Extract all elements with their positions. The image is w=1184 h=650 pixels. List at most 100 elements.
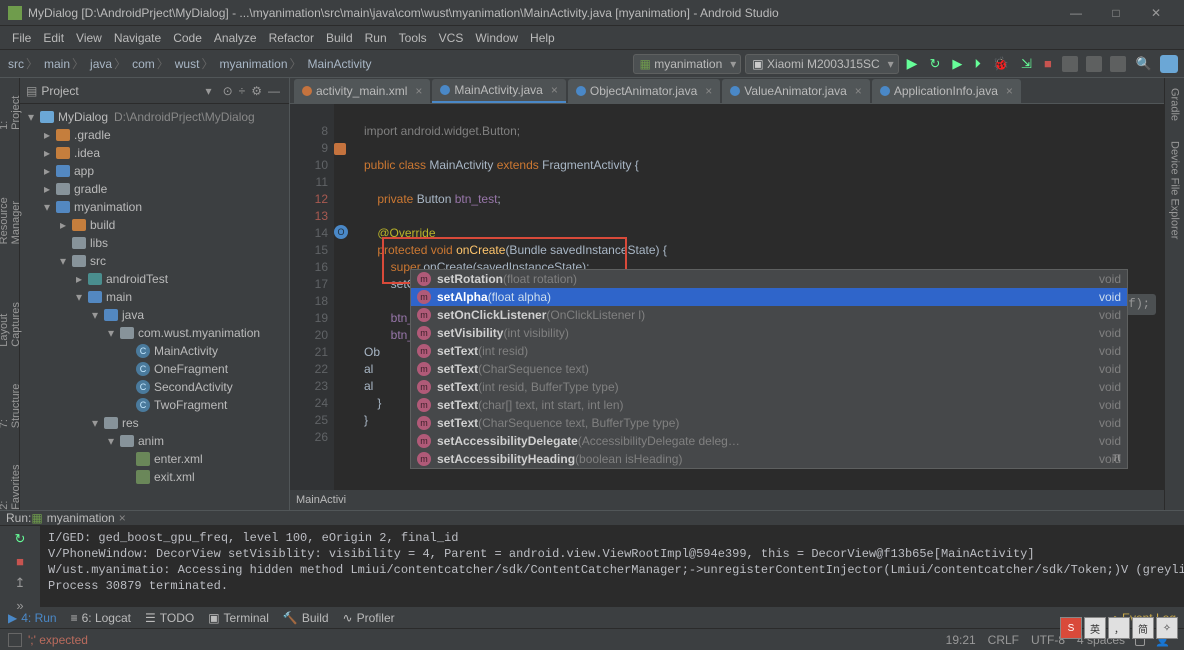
menu-view[interactable]: View: [70, 31, 108, 45]
debug-icon[interactable]: 🐞: [989, 56, 1013, 72]
run-config-dropdown[interactable]: ▦ myanimation: [633, 54, 742, 74]
tool-device-file-explorer[interactable]: Device File Explorer: [1169, 141, 1181, 239]
divide-icon[interactable]: ÷: [236, 84, 249, 98]
tree-node[interactable]: COneFragment: [20, 360, 289, 378]
close-icon[interactable]: ×: [1006, 84, 1013, 98]
attach-icon[interactable]: ⇲: [1017, 56, 1036, 72]
close-icon[interactable]: ×: [705, 84, 712, 98]
hide-icon[interactable]: —: [265, 84, 283, 98]
menu-run[interactable]: Run: [359, 31, 393, 45]
run-tab[interactable]: ▦ myanimation ×: [31, 511, 125, 525]
tree-node[interactable]: ▾myanimation: [20, 198, 289, 216]
ime-button[interactable]: 简: [1132, 617, 1154, 639]
device-dropdown[interactable]: ▣ Xiaomi M2003J15SC: [745, 54, 898, 74]
close-icon[interactable]: ×: [855, 84, 862, 98]
tree-node[interactable]: enter.xml: [20, 450, 289, 468]
tab-activity_main-xml[interactable]: activity_main.xml×: [294, 79, 430, 103]
completion-item[interactable]: msetText(int resid)void: [411, 342, 1127, 360]
breadcrumb[interactable]: main: [42, 55, 88, 72]
breadcrumb[interactable]: src: [6, 55, 42, 72]
tool-gradle[interactable]: Gradle: [1169, 88, 1181, 121]
tool-7-structure[interactable]: 7: Structure: [0, 377, 22, 428]
completion-item[interactable]: msetText(CharSequence text, BufferType t…: [411, 414, 1127, 432]
tool-resource-manager[interactable]: Resource Manager: [0, 160, 22, 244]
code-content[interactable]: import android.widget.Button; public cla…: [334, 104, 1164, 510]
ime-button[interactable]: S: [1060, 617, 1082, 639]
chevron-down-icon[interactable]: ▾: [206, 84, 212, 98]
completion-item[interactable]: msetVisibility(int visibility)void: [411, 324, 1127, 342]
minimize-button[interactable]: —: [1056, 6, 1096, 20]
menu-window[interactable]: Window: [469, 31, 524, 45]
tree-node[interactable]: ▸build: [20, 216, 289, 234]
menu-edit[interactable]: Edit: [37, 31, 70, 45]
tree-node[interactable]: ▾main: [20, 288, 289, 306]
completion-item[interactable]: msetText(char[] text, int start, int len…: [411, 396, 1127, 414]
tree-node[interactable]: ▸gradle: [20, 180, 289, 198]
tab-objectanimator-java[interactable]: ObjectAnimator.java×: [568, 79, 720, 103]
bottom-profiler[interactable]: ∿ Profiler: [343, 611, 395, 625]
close-button[interactable]: ✕: [1136, 6, 1176, 20]
bottom-run[interactable]: ▶ 4: Run: [8, 611, 57, 625]
avd-icon[interactable]: [1086, 56, 1102, 72]
completion-item[interactable]: msetAccessibilityDelegate(AccessibilityD…: [411, 432, 1127, 450]
menu-refactor[interactable]: Refactor: [263, 31, 320, 45]
tree-node[interactable]: ▸.gradle: [20, 126, 289, 144]
ime-button[interactable]: ✧: [1156, 617, 1178, 639]
completion-item[interactable]: msetText(int resid, BufferType type)void: [411, 378, 1127, 396]
sync-icon[interactable]: [1062, 56, 1078, 72]
project-root[interactable]: ▾ MyDialog D:\AndroidPrject\MyDialog: [20, 108, 289, 126]
close-icon[interactable]: ×: [119, 511, 126, 525]
close-icon[interactable]: ×: [415, 84, 422, 98]
tree-node[interactable]: ▾com.wust.myanimation: [20, 324, 289, 342]
editor-breadcrumb[interactable]: MainActivi: [290, 490, 1164, 510]
tree-node[interactable]: CMainActivity: [20, 342, 289, 360]
tree-node[interactable]: exit.xml: [20, 468, 289, 486]
tree-node[interactable]: ▸.idea: [20, 144, 289, 162]
tree-node[interactable]: ▸androidTest: [20, 270, 289, 288]
coverage-icon[interactable]: ▶: [948, 56, 966, 72]
avatar[interactable]: [1160, 55, 1178, 73]
tool-1-project[interactable]: 1: Project: [0, 88, 22, 130]
ime-button[interactable]: 英: [1084, 617, 1106, 639]
tree-node[interactable]: libs: [20, 234, 289, 252]
completion-item[interactable]: msetText(CharSequence text)void: [411, 360, 1127, 378]
bottom-build[interactable]: 🔨 Build: [283, 611, 329, 625]
up-icon[interactable]: ↥: [11, 574, 29, 592]
close-icon[interactable]: ×: [551, 83, 558, 97]
run-output[interactable]: I/GED: ged_boost_gpu_freq, level 100, eO…: [40, 526, 1184, 614]
menu-build[interactable]: Build: [320, 31, 359, 45]
menu-navigate[interactable]: Navigate: [108, 31, 167, 45]
completion-item[interactable]: msetAccessibilityHeading(boolean isHeadi…: [411, 450, 1127, 468]
menu-code[interactable]: Code: [167, 31, 208, 45]
sdk-icon[interactable]: [1110, 56, 1126, 72]
debug-run-icon[interactable]: ↻: [925, 56, 944, 72]
menu-analyze[interactable]: Analyze: [208, 31, 263, 45]
bottom-todo[interactable]: ☰ TODO: [145, 611, 194, 625]
search-icon[interactable]: 🔍: [1132, 56, 1156, 72]
menu-vcs[interactable]: VCS: [433, 31, 470, 45]
completion-item[interactable]: msetRotation(float rotation)void: [411, 270, 1127, 288]
stop-button[interactable]: ■: [1040, 56, 1056, 71]
tree-node[interactable]: CSecondActivity: [20, 378, 289, 396]
maximize-button[interactable]: □: [1096, 6, 1136, 20]
tab-mainactivity-java[interactable]: MainActivity.java×: [432, 79, 566, 103]
tree-node[interactable]: CTwoFragment: [20, 396, 289, 414]
breadcrumb[interactable]: wust: [173, 55, 218, 72]
completion-popup[interactable]: msetRotation(float rotation)voidmsetAlph…: [410, 269, 1128, 469]
tree-node[interactable]: ▾src: [20, 252, 289, 270]
project-tree[interactable]: ▾ MyDialog D:\AndroidPrject\MyDialog ▸.g…: [20, 104, 289, 510]
tree-node[interactable]: ▾java: [20, 306, 289, 324]
rerun-icon[interactable]: ↻: [11, 530, 29, 548]
tree-node[interactable]: ▾res: [20, 414, 289, 432]
code-editor[interactable]: 891011121314151617181920212223242526 imp…: [290, 104, 1164, 510]
collapse-icon[interactable]: ⊙: [220, 84, 236, 98]
project-view-label[interactable]: Project: [41, 84, 205, 98]
run-button[interactable]: ▶: [903, 55, 922, 72]
ime-toolbar[interactable]: S英，简✧: [1060, 617, 1178, 639]
breadcrumb[interactable]: com: [130, 55, 173, 72]
profile-icon[interactable]: ⏵: [970, 56, 985, 72]
breadcrumb[interactable]: java: [88, 55, 130, 72]
menu-tools[interactable]: Tools: [393, 31, 433, 45]
tool-2-favorites[interactable]: 2: Favorites: [0, 458, 22, 510]
gear-icon[interactable]: ⚙: [248, 84, 265, 98]
